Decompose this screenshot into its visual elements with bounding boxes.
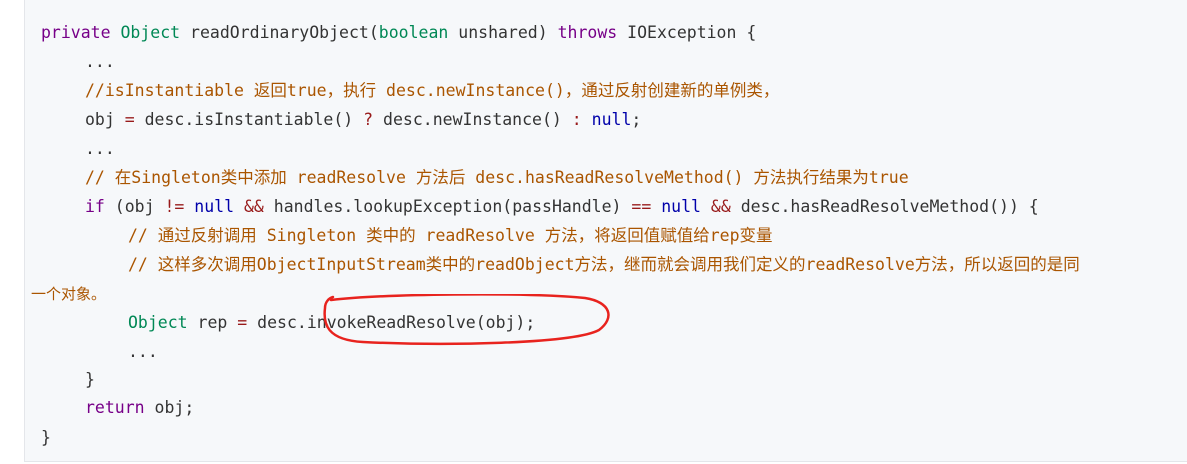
code-comment-4-wrap: 一个对象。	[31, 285, 107, 303]
code-block: private Object readOrdinaryObject(boolea…	[24, 0, 1187, 462]
code-comment-4: // 这样多次调用ObjectInputStream类中的readObject方…	[128, 255, 1080, 274]
text: ;	[631, 110, 642, 129]
code-line-14: return obj;	[85, 398, 194, 418]
text: rep	[187, 313, 238, 332]
text: obj	[85, 110, 125, 129]
text: handles.lookupException(passHandle)	[263, 197, 632, 216]
operator: ==	[631, 197, 652, 216]
type-object: Object	[128, 313, 188, 332]
text: desc.isInstantiable()	[134, 110, 364, 129]
literal-null: null	[194, 197, 235, 216]
code-line-1: private Object readOrdinaryObject(boolea…	[41, 23, 756, 43]
text	[582, 110, 592, 129]
code-line-12: ...	[128, 342, 158, 361]
type-object: Object	[120, 23, 181, 42]
code-line-7: if (obj != null && handles.lookupExcepti…	[85, 197, 1039, 217]
code-comment-1: //isInstantiable 返回true，执行 desc.newInsta…	[85, 81, 780, 100]
operator: =	[237, 313, 248, 332]
literal-null: null	[591, 110, 632, 129]
text	[701, 197, 711, 216]
keyword-private: private	[41, 23, 111, 42]
operator: =	[124, 110, 135, 129]
exception-type: IOException {	[617, 23, 757, 42]
text: desc.hasReadResolveMethod()) {	[730, 197, 1039, 216]
keyword-return: return	[85, 398, 145, 417]
text	[234, 197, 244, 216]
text	[184, 197, 194, 216]
keyword-if: if	[85, 197, 105, 216]
literal-null: null	[661, 197, 701, 216]
method-signature: readOrdinaryObject(	[180, 23, 379, 42]
code-line-11: Object rep = desc.invokeReadResolve(obj)…	[128, 313, 535, 333]
code-comment-3: // 通过反射调用 Singleton 类中的 readResolve 方法，将…	[128, 226, 773, 245]
operator: &&	[243, 197, 264, 216]
operator: ?	[363, 110, 374, 129]
keyword-throws: throws	[557, 23, 618, 42]
code-line-15: }	[41, 428, 51, 447]
operator: !=	[164, 197, 185, 216]
type-boolean: boolean	[378, 23, 449, 42]
code-line-13: }	[85, 370, 95, 389]
operator: &&	[710, 197, 731, 216]
param: unshared)	[448, 23, 558, 42]
code-comment-2: // 在Singleton类中添加 readResolve 方法后 desc.h…	[85, 168, 909, 187]
code-line-2: ...	[85, 52, 115, 71]
text	[651, 197, 661, 216]
text: obj;	[144, 398, 195, 417]
text: desc.newInstance()	[373, 110, 572, 129]
text: desc.invokeReadResolve(obj);	[247, 313, 536, 332]
operator: :	[571, 110, 582, 129]
code-line-5: ...	[85, 139, 115, 158]
code-line-4: obj = desc.isInstantiable() ? desc.newIn…	[85, 110, 641, 130]
text: (obj	[104, 197, 165, 216]
